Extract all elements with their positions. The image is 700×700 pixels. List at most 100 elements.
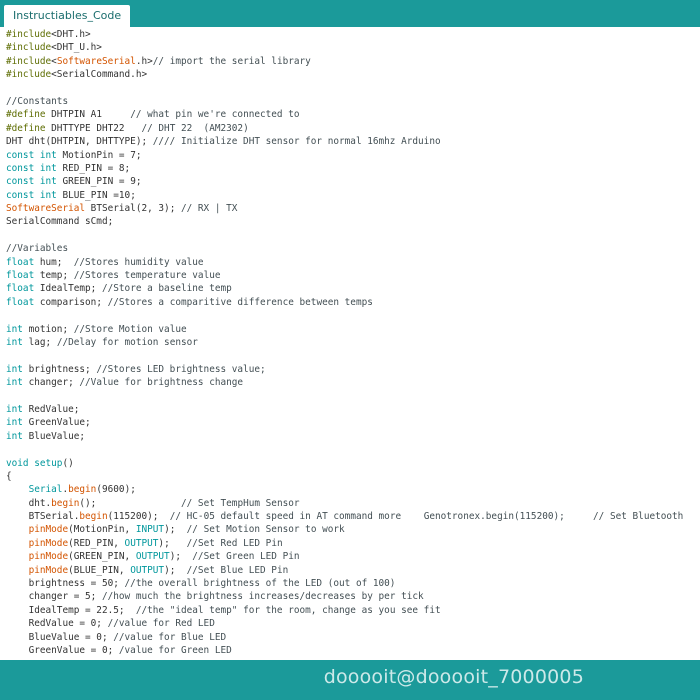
code-line: #include<DHT.h> [6, 28, 683, 41]
code-token: lag; [22, 336, 57, 348]
code-line: float hum; //Stores humidity value [6, 256, 683, 269]
code-token: #include [6, 29, 52, 40]
code-token: SoftwareSerial [6, 203, 86, 215]
code-token: SerialCommand sCmd; [6, 216, 114, 228]
code-token: (GREEN_PIN, [68, 551, 136, 563]
code-token: ); [169, 551, 193, 563]
code-token: GreenValue = 0; [6, 644, 119, 656]
code-token: BlueValue = 0; [6, 631, 114, 643]
code-token: float [6, 296, 35, 308]
code-token: //Store Motion value [73, 323, 187, 335]
code-editor[interactable]: #include<DHT.h> #include<DHT_U.h> #include… [0, 27, 700, 660]
code-line: #include<SoftwareSerial.h>// import the … [6, 55, 683, 68]
code-token: //Value for brightness change [79, 377, 244, 389]
code-line: int changer; //Value for brightness chan… [6, 376, 683, 389]
code-token: //Constants [6, 95, 69, 107]
code-token: hum; [34, 256, 74, 268]
tab-instructiables-code[interactable]: Instructiables_Code [4, 5, 131, 27]
code-line: #include<DHT_U.h> [6, 41, 683, 54]
code-token: /value for Green LED [118, 644, 232, 656]
code-token: //Stores humidity value [73, 256, 204, 268]
code-token: (RED_PIN, [68, 537, 125, 549]
code-token: #define [6, 109, 46, 121]
code-token: // RX | TX [180, 203, 238, 215]
code-token: float [6, 270, 35, 282]
code-token: //Stores LED brightness value; [96, 363, 266, 375]
code-line: int BlueValue; [6, 430, 683, 443]
code-token: GREEN_PIN = 9; [56, 176, 142, 188]
code-line: const int GREEN_PIN = 9; [6, 175, 683, 188]
code-token: { [6, 470, 12, 482]
code-token: setup [34, 457, 63, 469]
code-line: float IdealTemp; //Store a baseline temp [6, 282, 683, 295]
code-token: begin [79, 511, 108, 523]
code-line: pinMode(RED_PIN, OUTPUT); //Set Red LED … [6, 537, 683, 550]
code-line: const int BLUE_PIN =10; [6, 189, 683, 202]
code-token: GreenValue; [22, 417, 91, 429]
code-token: () [62, 457, 74, 469]
code-token: SoftwareSerial [56, 55, 136, 67]
code-line: const int MotionPin = 7; [6, 149, 683, 162]
code-line: pinMode(BLUE_PIN, OUTPUT); //Set Blue LE… [6, 564, 683, 577]
code-token: // import the serial library [152, 55, 311, 67]
code-token: OUTPUT [124, 537, 159, 549]
code-token: (9600); [96, 484, 136, 496]
code-token: //Delay for motion sensor [56, 336, 198, 348]
code-token: //value for Blue LED [113, 631, 227, 643]
code-token: const [6, 189, 35, 201]
code-line: dht.begin(); // Set TempHum Sensor [6, 497, 683, 510]
code-line: //Variables [6, 242, 683, 255]
code-line: #include<SerialCommand.h> [6, 68, 683, 81]
code-token: int [6, 430, 23, 442]
code-token: BTSerial(2, 3); [85, 203, 181, 215]
code-token: // Set TempHum Sensor [181, 497, 300, 509]
code-token: // DHT 22 (AM2302) [141, 122, 249, 134]
code-line: int RedValue; [6, 403, 683, 416]
code-token: // HC-05 default speed in AT command mor… [169, 511, 684, 523]
code-token: // what pin we're connected to [130, 109, 300, 121]
code-line: DHT dht(DHTPIN, DHTTYPE); //// Initializ… [6, 135, 683, 148]
watermark-text: dooooit@dooooit_7000005 [323, 666, 584, 688]
code-token: // Set Motion Sensor to work [181, 524, 345, 536]
code-token: ); [164, 564, 187, 576]
code-line: IdealTemp = 22.5; //the "ideal temp" for… [6, 604, 683, 617]
code-line: int brightness; //Stores LED brightness … [6, 363, 683, 376]
code-line: { [6, 470, 683, 483]
code-line: SoftwareSerial BTSerial(2, 3); // RX | T… [6, 202, 683, 215]
code-token: (); [79, 497, 181, 509]
code-token: int [39, 162, 57, 174]
code-line: #define DHTTYPE DHT22 // DHT 22 (AM2302) [6, 122, 683, 135]
code-token: //// Initialize DHT sensor for normal 16… [152, 136, 441, 148]
code-token: float [6, 256, 35, 268]
code-token: //Variables [6, 243, 69, 255]
code-token: //how much the brightness increases/decr… [101, 591, 424, 603]
code-line: SerialCommand sCmd; [6, 215, 683, 228]
code-token: const [6, 162, 35, 174]
code-line: pinMode(MotionPin, INPUT); // Set Motion… [6, 523, 683, 536]
code-line: Serial.begin(9600); [6, 483, 683, 496]
code-token: pinMode [28, 551, 69, 563]
code-token: <SerialCommand.h> [51, 69, 148, 81]
code-text[interactable]: #include<DHT.h> #include<DHT_U.h> #include… [6, 28, 683, 657]
code-token: BLUE_PIN =10; [56, 189, 136, 201]
code-token: motion; [22, 323, 74, 335]
code-token: <DHT.h> [51, 29, 91, 40]
code-token: //the "ideal temp" for the room, change … [135, 604, 441, 616]
code-token: temp; [34, 270, 74, 282]
code-token: //Set Blue LED Pin [186, 564, 289, 576]
code-token: #define [6, 122, 46, 134]
code-token: int [6, 323, 23, 335]
code-line: #define DHTPIN A1 // what pin we're conn… [6, 108, 683, 121]
code-token: INPUT [135, 524, 165, 536]
code-token: RED_PIN = 8; [56, 162, 131, 174]
code-token: (MotionPin, [68, 524, 136, 536]
code-token: void [6, 457, 29, 469]
code-token: (BLUE_PIN, [68, 564, 131, 576]
